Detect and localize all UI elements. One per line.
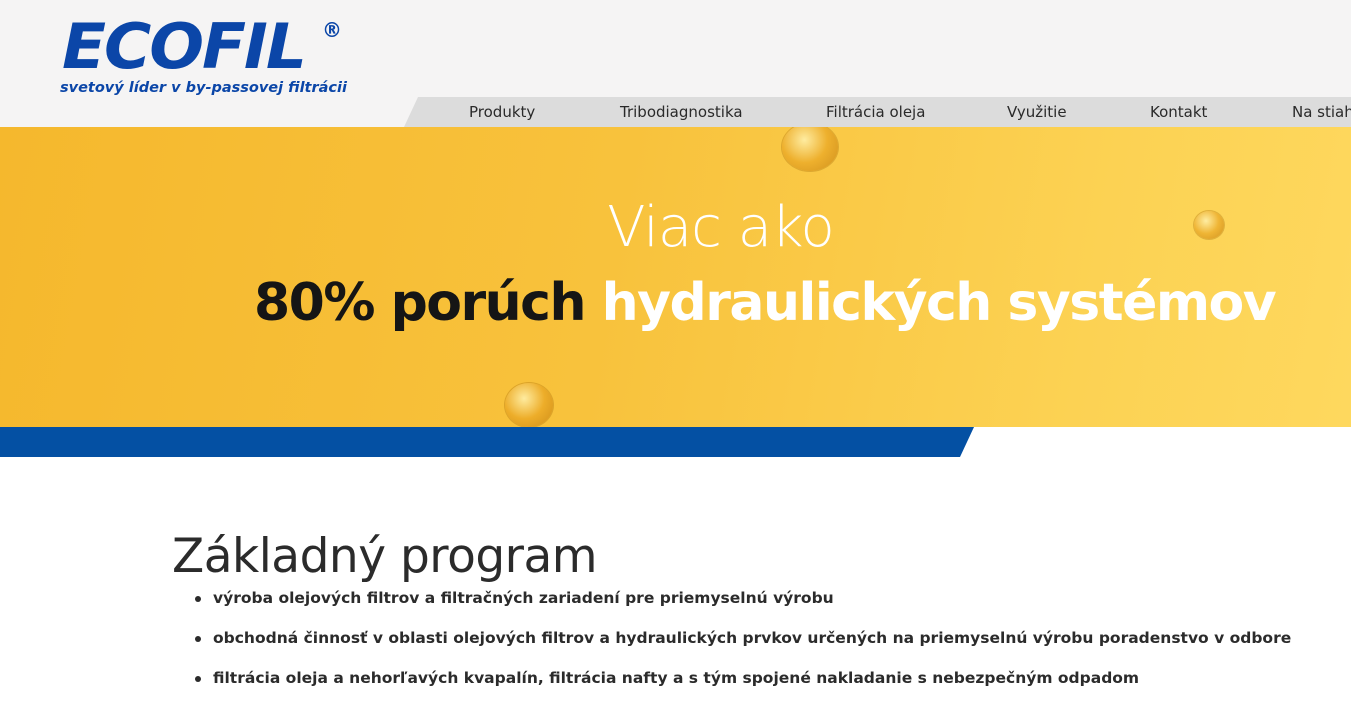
- list-item-text: obchodná činnosť v oblasti olejových fil…: [213, 629, 1292, 647]
- banner-highlight-dark: 80% porúch: [254, 273, 587, 333]
- banner-highlight-light: hydraulických systémov: [601, 273, 1277, 333]
- nav-item-filtracia-oleja[interactable]: Filtrácia oleja: [826, 97, 925, 127]
- logo-wordmark: ECOFIL: [62, 10, 307, 83]
- banner-headline-line2: 80% porúch hydraulických systémov: [254, 273, 1277, 333]
- hero-banner: Viac ako 80% porúch hydraulických systém…: [0, 127, 1351, 427]
- bullet-icon: [195, 636, 201, 642]
- list-item: filtrácia oleja a nehorľavých kvapalín, …: [193, 668, 1291, 708]
- nav-item-vyuzitie[interactable]: Využitie: [1007, 97, 1067, 127]
- site-header: ECOFIL ® svetový líder v by-passovej fil…: [0, 0, 1351, 127]
- list-item: obchodná činnosť v oblasti olejových fil…: [193, 628, 1291, 668]
- list-item: výroba olejových filtrov a filtračných z…: [193, 588, 1291, 628]
- bullet-icon: [195, 596, 201, 602]
- list-item-text: filtrácia oleja a nehorľavých kvapalín, …: [213, 669, 1140, 687]
- program-list: výroba olejových filtrov a filtračných z…: [193, 588, 1291, 708]
- ecofil-logo[interactable]: ECOFIL ® svetový líder v by-passovej fil…: [60, 14, 350, 104]
- page-title: Základný program: [172, 529, 598, 585]
- list-item-text: výroba olejových filtrov a filtračných z…: [213, 589, 834, 607]
- nav-item-produkty[interactable]: Produkty: [469, 97, 535, 127]
- logo-tagline: svetový líder v by-passovej filtrácii: [60, 80, 347, 96]
- nav-item-kontakt[interactable]: Kontakt: [1150, 97, 1207, 127]
- oil-bubble: [782, 127, 838, 171]
- oil-bubble: [505, 383, 553, 427]
- bullet-icon: [195, 676, 201, 682]
- banner-headline-line1: Viac ako: [607, 195, 835, 260]
- blue-accent-stripe: [0, 427, 974, 457]
- nav-item-tribodiagnostika[interactable]: Tribodiagnostika: [620, 97, 743, 127]
- registered-mark: ®: [322, 18, 342, 42]
- nav-item-na-stiahnutie[interactable]: Na stiah: [1292, 97, 1351, 127]
